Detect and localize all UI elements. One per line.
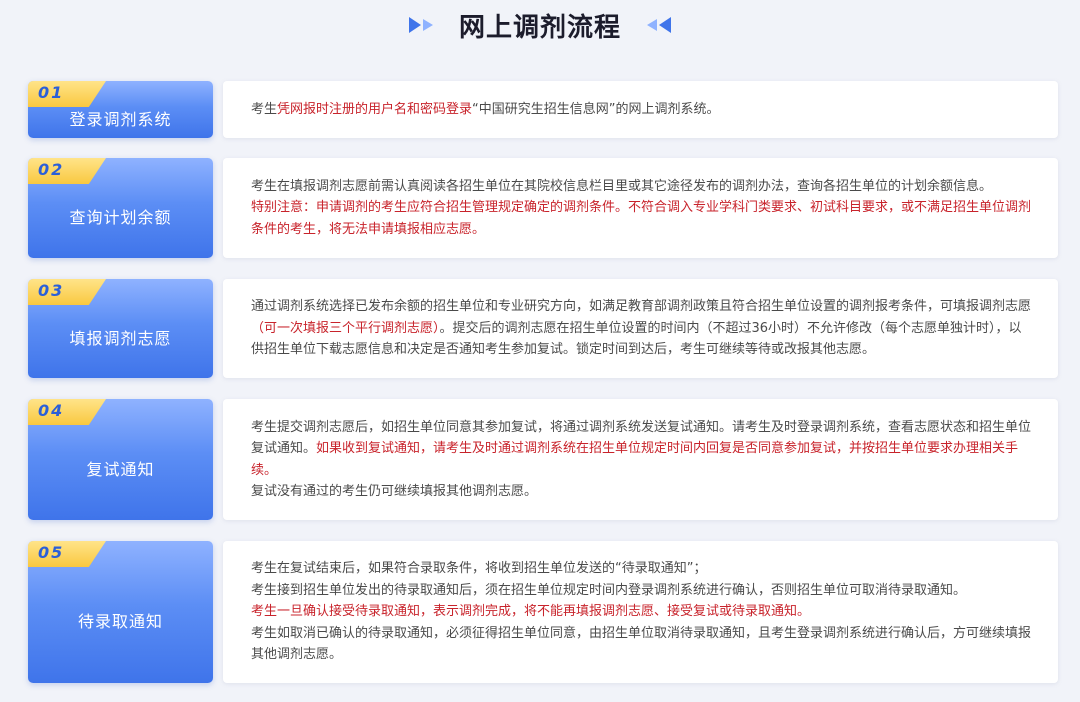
step-03: 03 填报调剂志愿 通过调剂系统选择已发布余额的招生单位和专业研究方向，如满足教… [28, 279, 1058, 378]
double-arrow-left-icon [643, 15, 673, 35]
step-label: 05 待录取通知 [28, 541, 213, 683]
step-description: 考生提交调剂志愿后，如招生单位同意其参加复试，将通过调剂系统发送复试通知。请考生… [223, 399, 1058, 520]
step-name: 查询计划余额 [69, 208, 172, 227]
step-number: 02 [38, 160, 65, 179]
double-arrow-right-icon [407, 15, 437, 35]
desc-line: 考生接到招生单位发出的待录取通知后，须在招生单位规定时间内登录调剂系统进行确认，… [251, 582, 967, 598]
step-name: 复试通知 [86, 459, 155, 479]
desc-text: 考生 [251, 101, 278, 117]
desc-text: “中国研究生招生信息网”的网上调剂系统。 [472, 101, 720, 117]
step-number: 01 [38, 83, 65, 102]
desc-highlight: 凭网报时注册的用户名和密码登录 [277, 101, 473, 117]
step-description: 通过调剂系统选择已发布余额的招生单位和专业研究方向，如满足教育部调剂政策且符合招… [223, 279, 1058, 378]
desc-line: 考生如取消已确认的待录取通知，必须征得招生单位同意，由招生单位取消待录取通知，且… [251, 625, 1032, 663]
desc-highlight: 如果收到复试通知，请考生及时通过调剂系统在招生单位规定时间内回复是否同意参加复试… [251, 441, 1019, 478]
desc-text: 通过调剂系统选择已发布余额的招生单位和专业研究方向，如满足教育部调剂政策且符合招… [251, 299, 1032, 315]
step-label: 03 填报调剂志愿 [28, 279, 213, 378]
step-name: 登录调剂系统 [69, 109, 172, 129]
step-label: 02 查询计划余额 [28, 158, 213, 258]
header: 网上调剂流程 [0, 0, 1080, 50]
desc-highlight: 特别注意：申请调剂的考生应符合招生管理规定确定的调剂条件。不符合调入专业学科门类… [251, 200, 1032, 237]
step-02: 02 查询计划余额 考生在填报调剂志愿前需认真阅读各招生单位在其院校信息栏目里或… [28, 158, 1058, 258]
step-description: 考生凭网报时注册的用户名和密码登录“中国研究生招生信息网”的网上调剂系统。 [223, 81, 1058, 138]
step-description: 考生在复试结束后，如果符合录取条件，将收到招生单位发送的“待录取通知”； 考生接… [223, 541, 1058, 683]
step-label: 01 登录调剂系统 [28, 81, 213, 138]
desc-line: 通过调剂系统选择已发布余额的招生单位和专业研究方向，如满足教育部调剂政策且符合招… [251, 296, 1034, 361]
desc-line: 考生在填报调剂志愿前需认真阅读各招生单位在其院校信息栏目里或其它途径发布的调剂办… [251, 178, 993, 194]
step-number: 03 [38, 281, 65, 300]
step-01: 01 登录调剂系统 考生凭网报时注册的用户名和密码登录“中国研究生招生信息网”的… [28, 81, 1058, 138]
desc-highlight: 考生一旦确认接受待录取通知，表示调剂完成，将不能再填报调剂志愿、接受复试或待录取… [251, 604, 811, 620]
desc-line: 考生凭网报时注册的用户名和密码登录“中国研究生招生信息网”的网上调剂系统。 [251, 99, 1034, 121]
step-name: 待录取通知 [77, 612, 163, 631]
desc-highlight: （可一次填报三个平行调剂志愿） [251, 320, 440, 336]
step-05: 05 待录取通知 考生在复试结束后，如果符合录取条件，将收到招生单位发送的“待录… [28, 541, 1058, 683]
step-number: 04 [38, 401, 65, 420]
desc-line: 复试没有通过的考生仍可继续填报其他调剂志愿。 [251, 484, 538, 499]
desc-line: 考生在复试结束后，如果符合录取条件，将收到招生单位发送的“待录取通知”； [251, 561, 707, 577]
page-title: 网上调剂流程 [458, 12, 621, 43]
step-number: 05 [38, 543, 65, 562]
step-label: 04 复试通知 [28, 399, 213, 520]
step-description: 考生在填报调剂志愿前需认真阅读各招生单位在其院校信息栏目里或其它途径发布的调剂办… [223, 158, 1058, 258]
step-04: 04 复试通知 考生提交调剂志愿后，如招生单位同意其参加复试，将通过调剂系统发送… [28, 399, 1058, 520]
page: 网上调剂流程 01 登录调剂系统 考生凭网报时注册的用户名和密码登录“中国研究生… [0, 0, 1080, 702]
step-name: 填报调剂志愿 [69, 328, 172, 348]
desc-line: 考生提交调剂志愿后，如招生单位同意其参加复试，将通过调剂系统发送复试通知。请考生… [251, 417, 1034, 482]
